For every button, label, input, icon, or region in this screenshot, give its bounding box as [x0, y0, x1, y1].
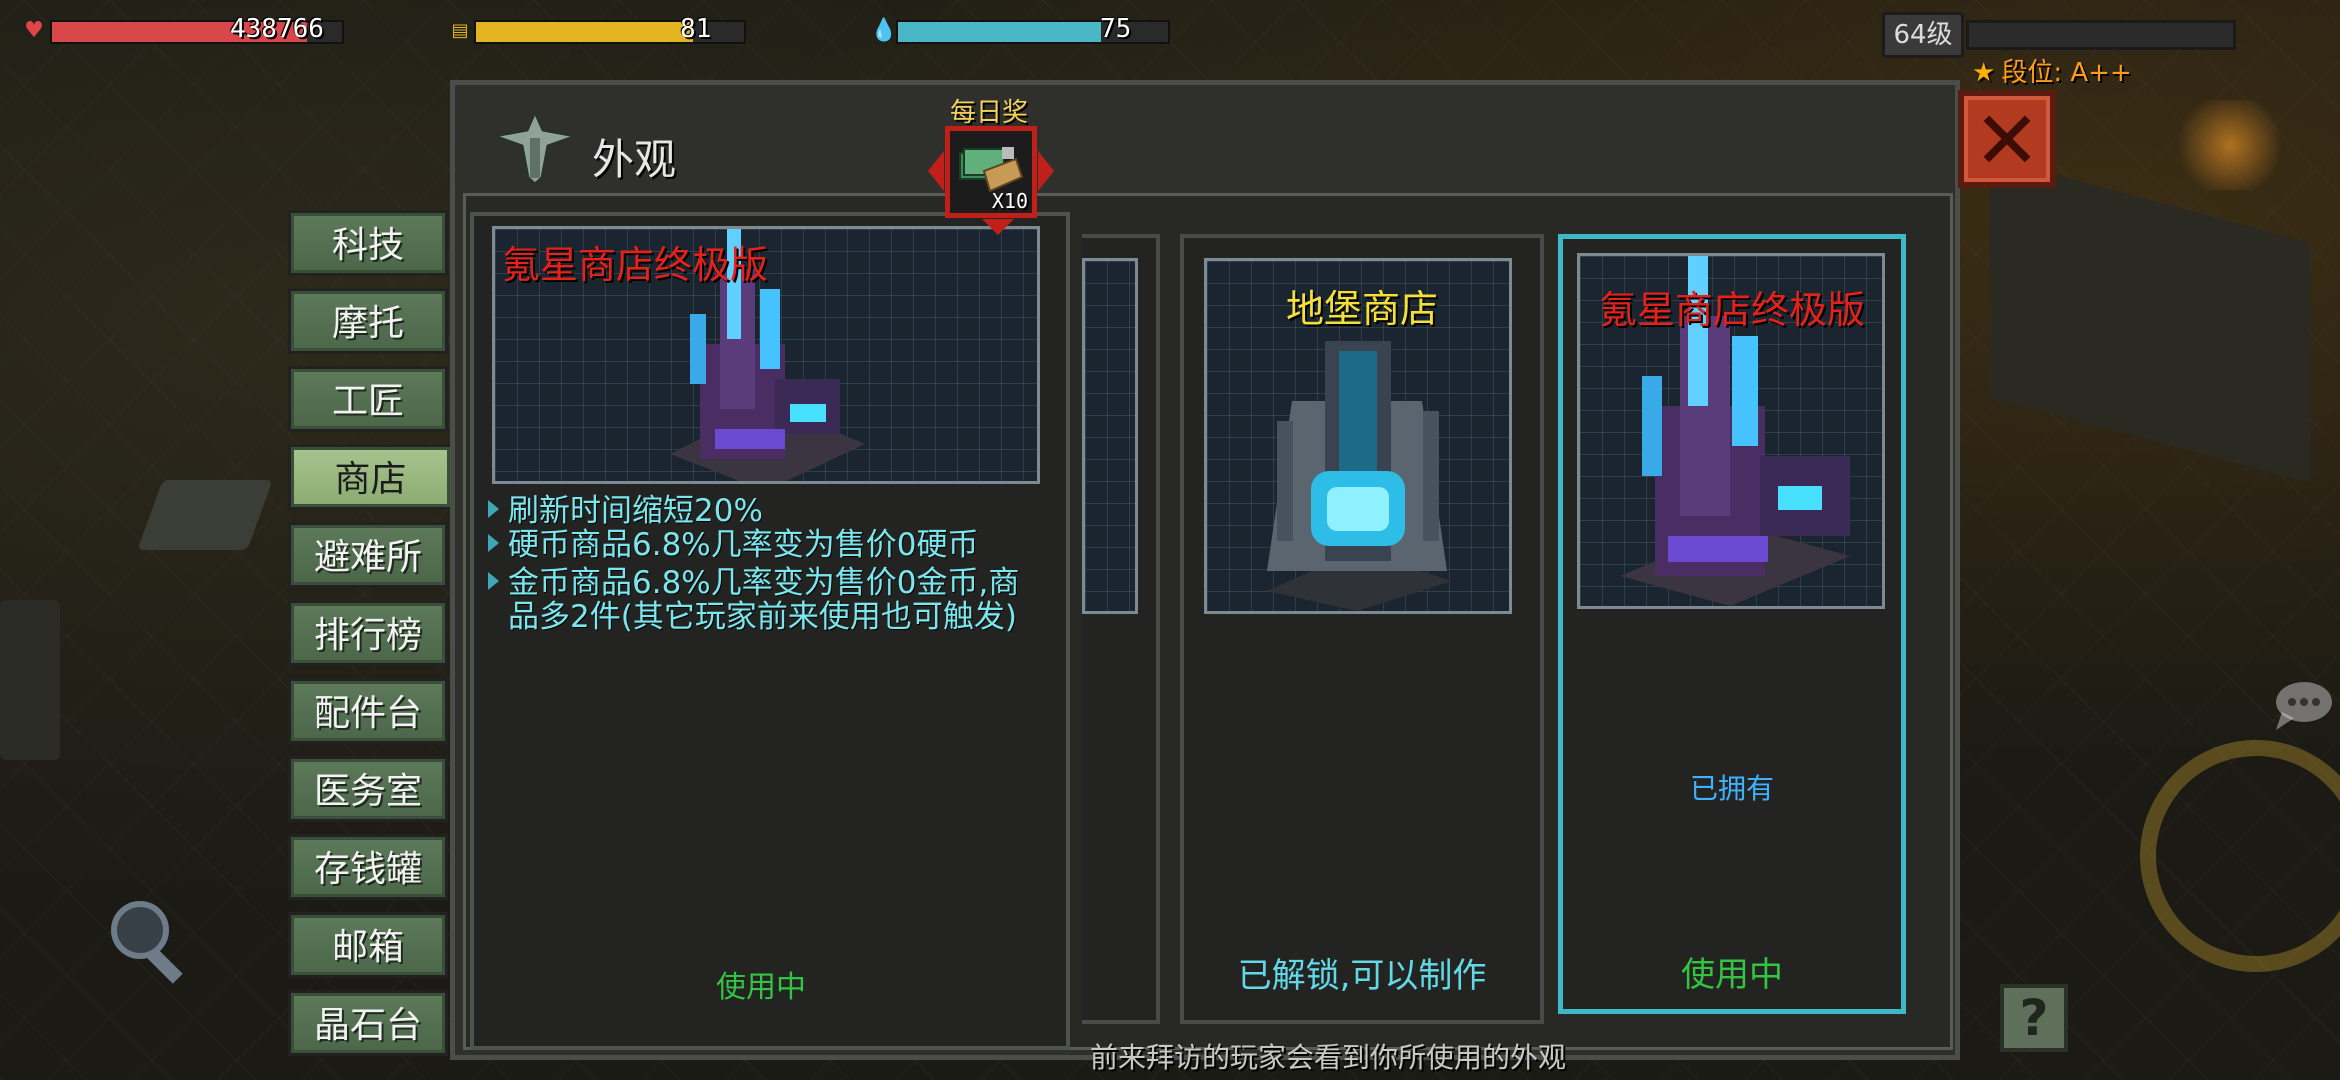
food-value: 81	[680, 14, 712, 44]
health-value: 438766	[230, 14, 324, 44]
bullet-triangle-icon	[488, 572, 499, 590]
close-icon: ✕	[1973, 94, 2041, 187]
skin-name: 地堡商店	[1285, 287, 1438, 331]
bullet-triangle-icon	[488, 500, 499, 518]
skin-effect-text: 刷新时间缩短20%	[508, 493, 763, 529]
skin-preview-partial	[1082, 258, 1138, 614]
skin-name: 氪星商店终极版	[1598, 288, 1865, 332]
water-drop-icon: 💧	[870, 18, 898, 43]
map-decoration	[2140, 740, 2340, 972]
magnifier-icon[interactable]	[100, 890, 220, 1000]
sidebar-tab[interactable]: 避难所	[288, 522, 448, 588]
skin-status: 已解锁,可以制作	[1237, 956, 1487, 996]
water-fill	[898, 22, 1101, 42]
skin-card-partial[interactable]	[1082, 234, 1160, 1024]
food-icon: ▤	[451, 20, 469, 41]
appearance-icon	[490, 108, 580, 186]
sidebar-tab[interactable]: 配件台	[288, 678, 448, 744]
skin-effect-text: 金币商品6.8%几率变为售价0金币,商	[508, 565, 1020, 601]
food-fill	[476, 22, 694, 42]
bullet-triangle-icon	[488, 534, 499, 552]
health-bar: ♥ 438766	[20, 14, 344, 44]
reward-frame-tip	[982, 219, 1014, 235]
rank-text: 段位: A++	[2001, 58, 2132, 88]
level-badge: 64级	[1882, 12, 1964, 58]
help-button[interactable]: ?	[2000, 984, 2068, 1052]
water-value: 75	[1100, 14, 1132, 44]
map-decoration	[0, 600, 60, 760]
chat-bubble-icon[interactable]	[2270, 680, 2334, 732]
water-bar: 💧 75	[868, 14, 1170, 44]
map-decoration	[1990, 157, 2310, 483]
sidebar-tab[interactable]: 邮箱	[288, 912, 448, 978]
rank-label: ★ 段位: A++	[1972, 52, 2132, 89]
sidebar-tab[interactable]: 医务室	[288, 756, 448, 822]
daily-reward-label: 每日奖	[950, 98, 1029, 128]
map-decoration	[2170, 100, 2290, 190]
panel-title: 外观	[592, 135, 677, 184]
appearance-hint: 前来拜访的玩家会看到你所使用的外观	[1090, 1041, 1567, 1074]
map-decoration	[137, 480, 273, 550]
skin-detail-status: 使用中	[716, 970, 806, 1005]
sidebar-tab[interactable]: 存钱罐	[288, 834, 448, 900]
daily-reward-quantity: X10	[991, 189, 1028, 213]
sidebar-tab[interactable]: 工匠	[288, 366, 448, 432]
sidebar-tab[interactable]: 商店	[288, 444, 450, 510]
skin-card-krypton-shop[interactable]: 氪星商店终极版 已拥有 使用中	[1558, 234, 1906, 1014]
star-icon: ★	[1972, 58, 1996, 88]
daily-reward-button[interactable]: X10	[928, 126, 1054, 235]
sidebar-tab[interactable]: 科技	[288, 210, 448, 276]
sidebar-tab[interactable]: 排行榜	[288, 600, 448, 666]
experience-bar	[1966, 20, 2236, 50]
skin-effect-text: 品多2件(其它玩家前来使用也可触发)	[508, 599, 1017, 635]
skin-detail-name: 氪星商店终极版	[502, 243, 769, 287]
sidebar-tab[interactable]: 摩托	[288, 288, 448, 354]
skin-status: 使用中	[1681, 955, 1783, 995]
skin-owned-label: 已拥有	[1689, 772, 1774, 805]
close-button[interactable]: ✕	[1958, 90, 2056, 188]
reward-frame-right	[1038, 151, 1054, 191]
food-bar: ▤ 81	[446, 14, 746, 44]
skin-card-bunker-shop[interactable]: 地堡商店 已解锁,可以制作	[1180, 234, 1544, 1024]
skin-effect-text: 硬币商品6.8%几率变为售价0硬币	[508, 527, 979, 563]
reward-frame-left	[928, 151, 944, 191]
heart-icon: ♥	[24, 18, 44, 43]
sidebar-tab[interactable]: 晶石台	[288, 990, 448, 1056]
